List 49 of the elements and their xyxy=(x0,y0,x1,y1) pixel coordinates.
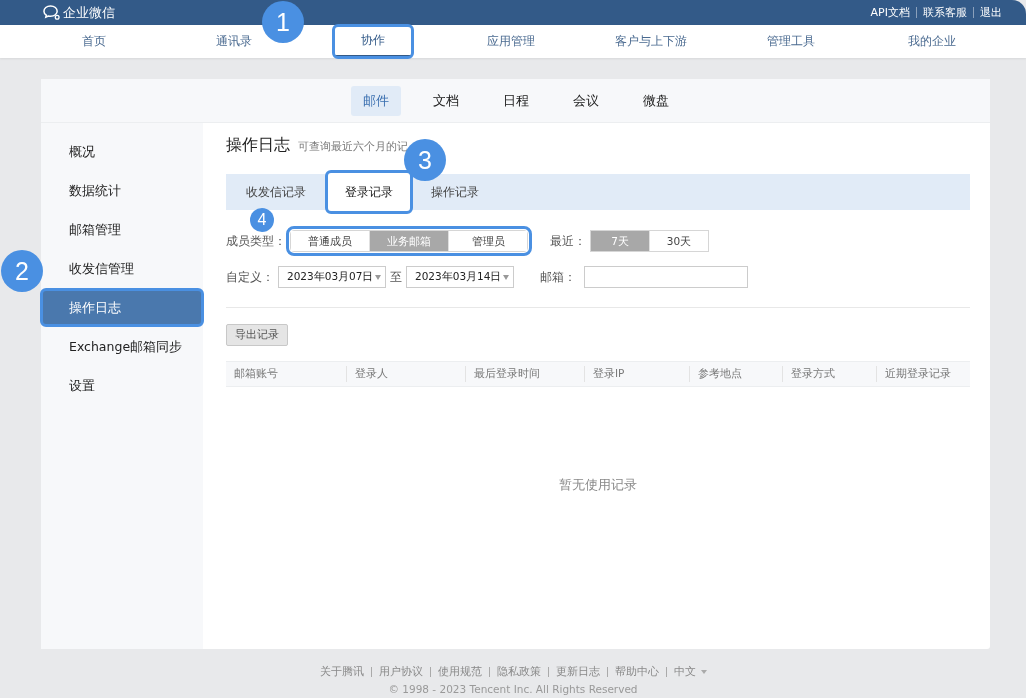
nav-tab[interactable]: 客户与上下游 xyxy=(581,25,722,58)
sidebar-item[interactable]: 数据统计 xyxy=(41,172,203,209)
empty-message: 暂无使用记录 xyxy=(559,476,637,494)
column-header: 近期登录记录 xyxy=(876,366,970,382)
sidebar-item[interactable]: 邮箱管理 xyxy=(41,211,203,248)
copyright-text: © 1998 - 2023 Tencent Inc. All Rights Reserved xyxy=(388,683,638,695)
sidebar-item[interactable]: 操作日志 xyxy=(41,289,203,326)
sidebar-item[interactable]: 概况 xyxy=(41,133,203,170)
header-link[interactable]: 联系客服 xyxy=(923,5,967,20)
column-header: 登录IP xyxy=(584,366,689,382)
nav-tab[interactable]: 管理工具 xyxy=(721,25,862,58)
column-header: 登录方式 xyxy=(782,366,876,382)
sub-tab[interactable]: 文档 xyxy=(420,85,471,116)
column-header: 参考地点 xyxy=(689,366,782,382)
step-badge: 2 xyxy=(1,250,43,292)
sidebar-item[interactable]: 收发信管理 xyxy=(41,250,203,287)
filter-label: 最近： xyxy=(550,232,586,250)
chat-bubble-icon xyxy=(42,4,61,21)
header-link[interactable]: 退出 xyxy=(980,5,1002,20)
sidebar-item[interactable]: Exchange邮箱同步 xyxy=(41,328,203,365)
caret-icon xyxy=(700,670,707,674)
caret-icon xyxy=(375,275,381,280)
segment-button[interactable]: 普通成员 xyxy=(291,231,370,251)
log-tab[interactable]: 登录记录 xyxy=(326,171,412,213)
export-button[interactable]: 导出记录 xyxy=(226,324,288,346)
header-link[interactable]: API文档 xyxy=(870,5,910,20)
date-select[interactable]: 2023年03月07日 xyxy=(278,266,386,288)
filter-label: 自定义： xyxy=(226,268,274,286)
nav-tab[interactable]: 首页 xyxy=(24,25,165,58)
range-separator: 至 xyxy=(390,268,402,286)
sub-tab[interactable]: 会议 xyxy=(560,85,611,116)
page-title: 操作日志 xyxy=(226,135,290,156)
caret-icon xyxy=(503,275,509,280)
mailbox-field[interactable] xyxy=(584,266,748,288)
nav-tab[interactable]: 我的企业 xyxy=(861,25,1002,58)
column-header: 最后登录时间 xyxy=(465,366,584,382)
sub-tab[interactable]: 邮件 xyxy=(350,85,401,116)
nav-tab[interactable]: 应用管理 xyxy=(440,25,581,58)
column-header: 登录人 xyxy=(346,366,465,382)
sub-tab[interactable]: 日程 xyxy=(490,85,541,116)
sub-tab[interactable]: 微盘 xyxy=(630,85,681,116)
sidebar-item[interactable]: 设置 xyxy=(41,367,203,404)
filter-label: 邮箱： xyxy=(540,268,576,286)
logo-text: 企业微信 xyxy=(63,3,115,22)
filter-label: 成员类型： xyxy=(226,232,286,250)
column-header: 邮箱账号 xyxy=(233,366,279,381)
nav-tab[interactable]: 协作 xyxy=(332,25,413,58)
date-select[interactable]: 2023年03月14日 xyxy=(406,266,514,288)
log-tab[interactable]: 收发信记录 xyxy=(226,174,326,210)
